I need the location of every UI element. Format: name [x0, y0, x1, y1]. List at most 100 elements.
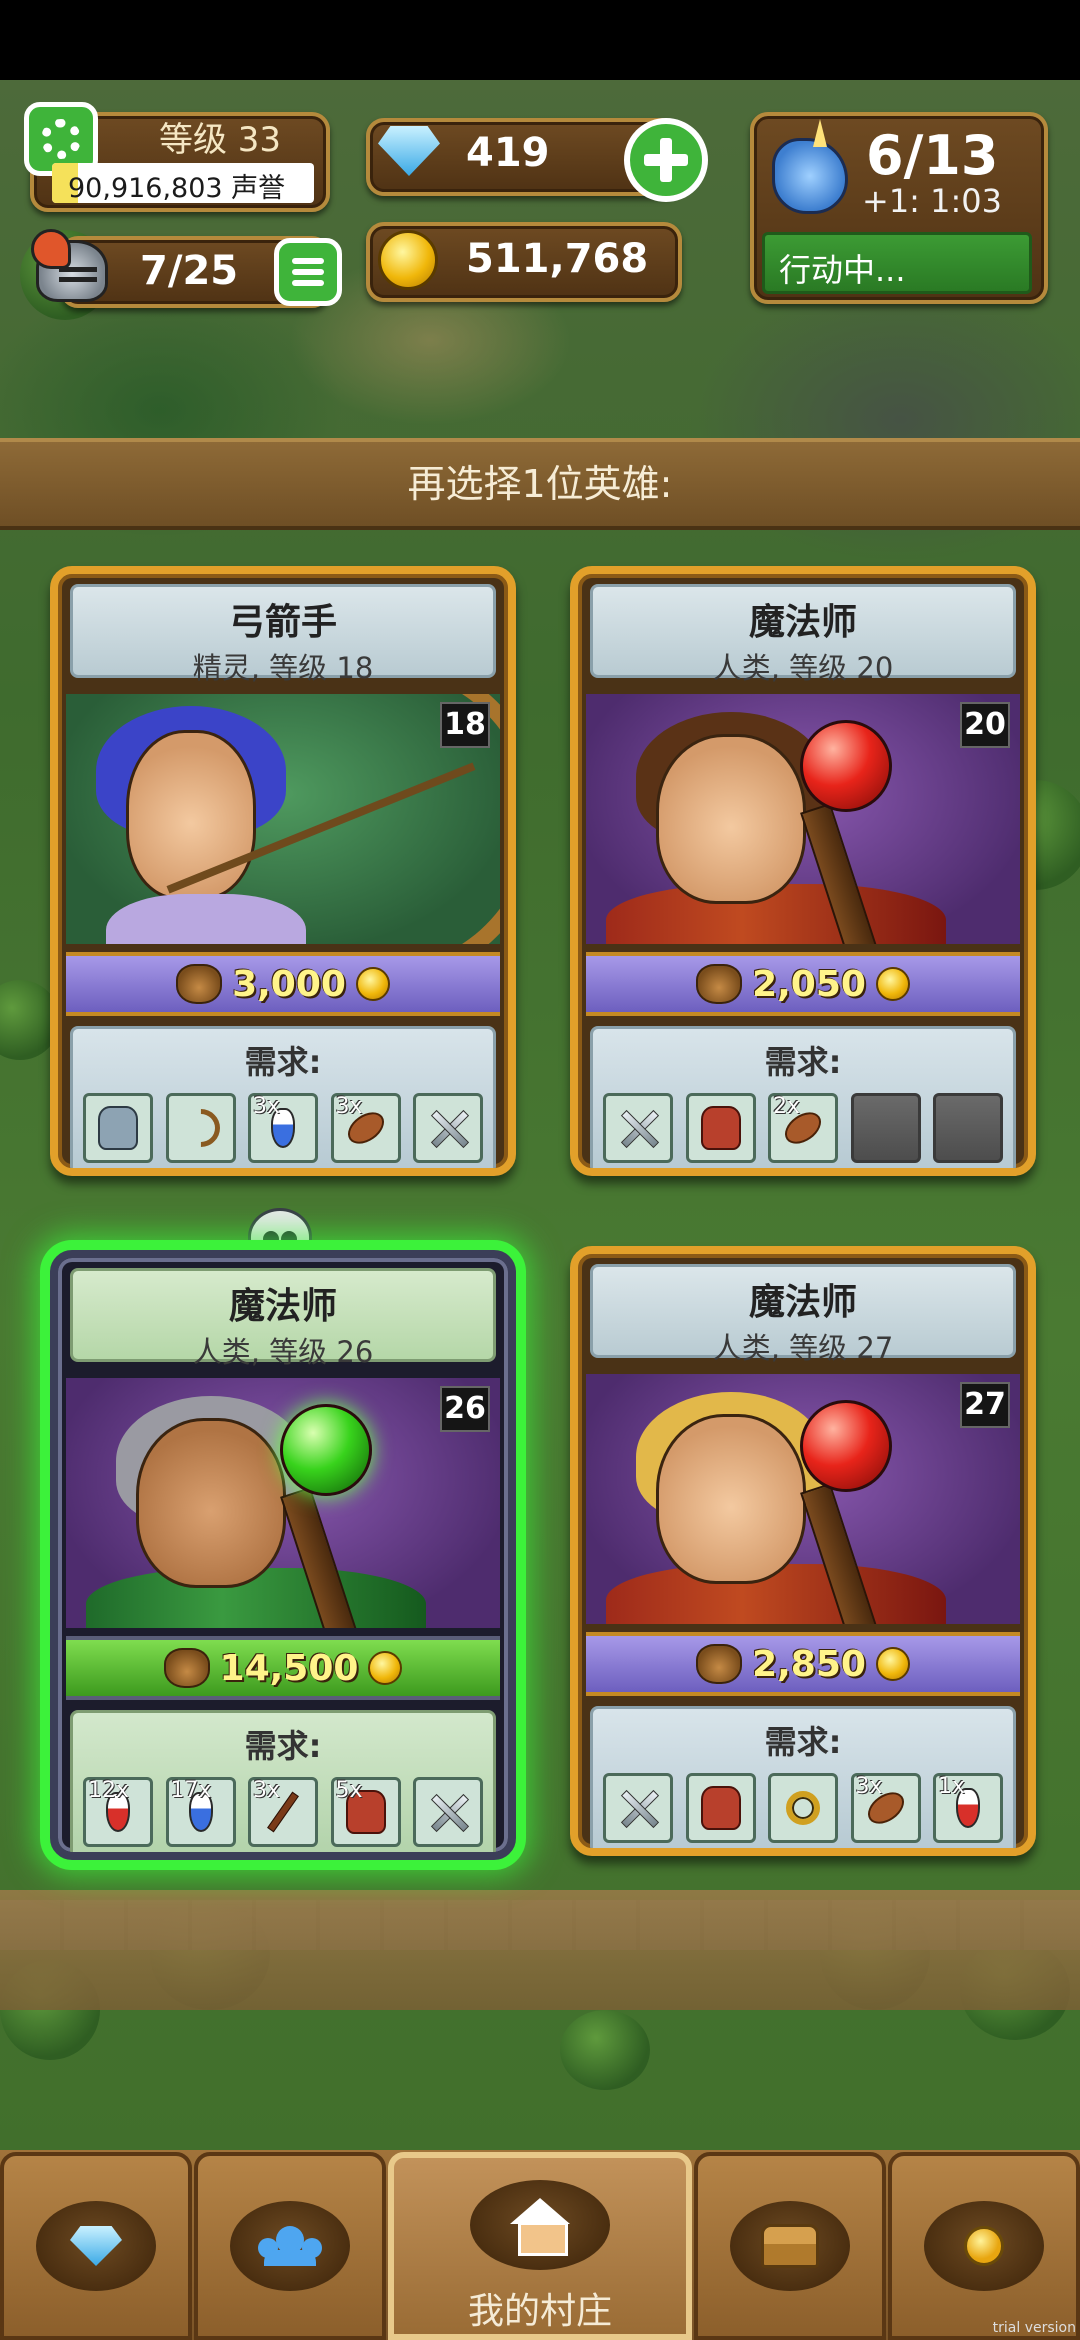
hero-level-badge: 18: [440, 702, 490, 748]
coin-icon: [368, 1651, 403, 1685]
hero-level-badge: 26: [440, 1386, 490, 1432]
money-bag-icon: [176, 964, 223, 1004]
requirement-item[interactable]: 3x: [330, 1093, 401, 1163]
fame-value: 90,916,803 声誉: [68, 173, 286, 203]
nav-heroes-button[interactable]: [194, 2152, 386, 2340]
nav-shop-button[interactable]: [0, 2152, 192, 2340]
requirement-item[interactable]: [685, 1773, 756, 1843]
requirement-qty: 2x: [773, 1094, 801, 1119]
hero-info: 人类, 等级 20: [712, 651, 894, 685]
requirement-qty: 12x: [88, 1778, 130, 1803]
gear-icon: [41, 119, 81, 159]
requirement-item[interactable]: 12x: [83, 1777, 153, 1847]
hero-list-button[interactable]: [274, 238, 342, 306]
empty-requirement-slot[interactable]: [850, 1093, 921, 1163]
hero-level-badge: 20: [960, 702, 1010, 748]
requirement-item[interactable]: 3x: [248, 1093, 318, 1163]
card-header: 魔法师 人类, 等级 20: [590, 584, 1016, 685]
hero-portrait: 18: [66, 694, 500, 944]
requirement-item[interactable]: 2x: [768, 1093, 838, 1163]
nav-achievements-button[interactable]: [888, 2152, 1080, 2340]
requirements-title: 需求:: [764, 1723, 842, 1761]
requirement-item[interactable]: [768, 1773, 838, 1843]
hire-price: 2,850: [586, 1632, 1020, 1696]
red-armor-icon: [700, 1106, 741, 1150]
requirement-item[interactable]: 3x: [850, 1773, 921, 1843]
coin-icon: [875, 967, 910, 1001]
gem-icon: [70, 2226, 122, 2266]
green-orb-graphic: [280, 1404, 372, 1496]
hero-face: [656, 1414, 806, 1584]
status-bar-area: [0, 0, 1080, 80]
ring-icon: [786, 1791, 820, 1825]
requirement-item[interactable]: [685, 1093, 756, 1163]
trial-watermark: trial version: [992, 2320, 1076, 2336]
hero-info: 人类, 等级 27: [712, 1331, 894, 1365]
hero-portrait: 26: [66, 1378, 500, 1628]
red-armor-icon: [700, 1786, 741, 1830]
requirement-item[interactable]: 3x: [248, 1777, 318, 1847]
hero-card-archer[interactable]: 弓箭手 精灵, 等级 18 18 3,000 需求: 3x 3x: [50, 566, 516, 1176]
requirement-item[interactable]: [83, 1093, 153, 1163]
helmet-icon: [31, 229, 108, 302]
requirements-title: 需求:: [244, 1727, 322, 1765]
hero-body: [106, 894, 306, 944]
card-header: 弓箭手 精灵, 等级 18: [70, 584, 496, 685]
gold-count: 511,768: [466, 236, 649, 282]
price-value: 2,850: [752, 1643, 866, 1685]
swords-icon: [426, 1106, 470, 1150]
requirement-item[interactable]: [165, 1093, 236, 1163]
red-orb-graphic: [800, 720, 892, 812]
coin-icon: [355, 967, 390, 1001]
hero-class: 魔法师: [228, 1286, 337, 1327]
hero-level-badge: 27: [960, 1382, 1010, 1428]
hero-card-mage-27[interactable]: 魔法师 人类, 等级 27 27 2,850 需求: 3x 1x: [570, 1246, 1036, 1856]
requirements-title: 需求:: [244, 1043, 322, 1081]
requirement-qty: 3x: [253, 1094, 281, 1119]
requirement-qty: 5x: [335, 1778, 363, 1803]
hero-face: [136, 1418, 286, 1588]
hero-portrait: 27: [586, 1374, 1020, 1624]
nav-inventory-button[interactable]: [694, 2152, 886, 2340]
requirements: 需求: 3x 3x: [70, 1026, 496, 1168]
requirements-title: 需求:: [764, 1043, 842, 1081]
buy-gems-button[interactable]: [624, 118, 708, 202]
nav-village-label: 我的村庄: [467, 2291, 612, 2332]
price-value: 3,000: [232, 963, 346, 1005]
price-value: 14,500: [219, 1647, 359, 1689]
energy-count: 6/13: [866, 124, 999, 187]
empty-requirement-slot[interactable]: [933, 1093, 1003, 1163]
armor-icon: [98, 1106, 138, 1150]
requirement-item[interactable]: [413, 1093, 483, 1163]
swords-icon: [616, 1106, 660, 1150]
requirement-qty: 3x: [855, 1774, 883, 1799]
money-bag-icon: [696, 1644, 743, 1684]
hero-info: 人类, 等级 26: [192, 1335, 374, 1369]
requirement-item[interactable]: [413, 1777, 483, 1847]
requirement-qty: 1x: [938, 1774, 966, 1799]
select-hero-banner: 再选择1位英雄:: [0, 438, 1080, 530]
requirements: 需求: 12x 17x 3x 5x: [70, 1710, 496, 1852]
energy-timer: +1: 1:03: [862, 182, 1002, 220]
red-orb-graphic: [800, 1400, 892, 1492]
requirement-item[interactable]: 1x: [933, 1773, 1003, 1843]
requirement-item[interactable]: 17x: [165, 1777, 236, 1847]
action-status: 行动中...: [762, 232, 1032, 294]
hero-info: 精灵, 等级 18: [192, 651, 374, 685]
hero-card-mage-20[interactable]: 魔法师 人类, 等级 20 20 2,050 需求: 2x: [570, 566, 1036, 1176]
bow-icon: [173, 1101, 228, 1155]
swords-icon: [426, 1790, 470, 1834]
nav-village-button[interactable]: 我的村庄: [388, 2152, 692, 2340]
requirement-item[interactable]: [603, 1773, 673, 1843]
hero-portrait: 20: [586, 694, 1020, 944]
hero-card-mage-26-selected[interactable]: 魔法师 人类, 等级 26 26 14,500 需求: 12x 17x 3x 5x: [50, 1250, 516, 1860]
requirement-item[interactable]: 5x: [330, 1777, 401, 1847]
price-value: 2,050: [752, 963, 866, 1005]
coin-icon: [875, 1647, 910, 1681]
coin-icon: [378, 230, 438, 290]
hire-price: 2,050: [586, 952, 1020, 1016]
hero-class: 魔法师: [748, 1282, 857, 1323]
money-bag-icon: [696, 964, 743, 1004]
house-icon: [508, 2198, 572, 2256]
requirement-item[interactable]: [603, 1093, 673, 1163]
